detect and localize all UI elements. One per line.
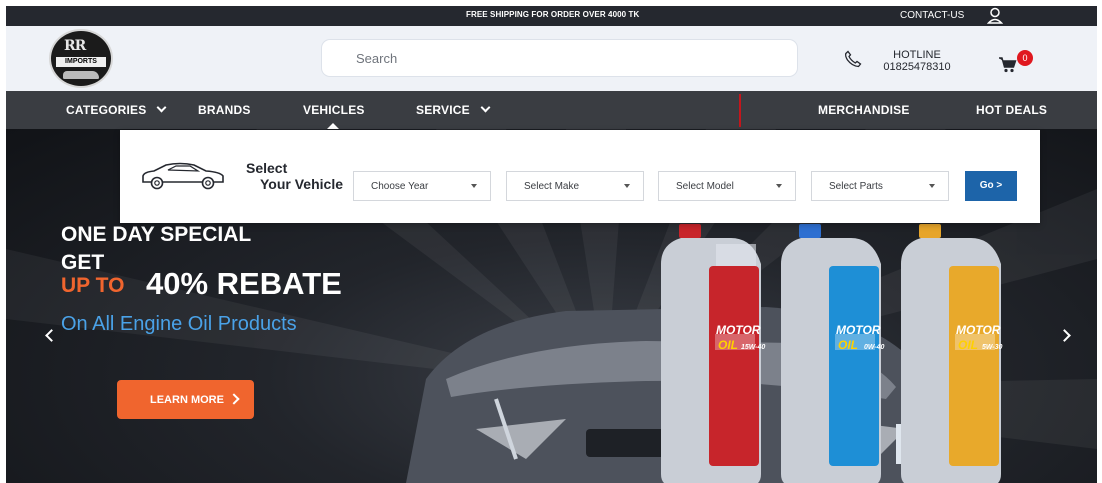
car-icon — [142, 162, 224, 190]
caret-down-icon — [624, 184, 630, 188]
model-dropdown[interactable]: Select Model — [658, 171, 796, 201]
cart-count-badge: 0 — [1017, 50, 1033, 66]
nav-item-label: CATEGORIES — [66, 103, 147, 117]
selector-title-line2: Your Vehicle — [260, 176, 343, 192]
nav-item-label: SERVICE — [416, 103, 470, 117]
main-nav: CATEGORIES BRANDS VEHICLES SERVICE MERCH… — [6, 91, 1097, 130]
hotline-label: HOTLINE — [893, 49, 941, 61]
dropdown-value: Select Model — [676, 181, 734, 192]
learn-more-button[interactable]: LEARN MORE — [117, 380, 254, 419]
bottle-label: MOTOR — [716, 323, 761, 337]
bottle-grade: 15W-40 — [741, 344, 765, 351]
bottle-label: MOTOR — [836, 323, 881, 337]
oil-bottle — [661, 224, 761, 483]
bottle-grade: 0W-40 — [864, 344, 884, 351]
nav-item-brands[interactable]: BRANDS — [198, 103, 251, 117]
make-dropdown[interactable]: Select Make — [506, 171, 644, 201]
chevron-down-icon — [480, 102, 491, 113]
nav-item-label: HOT DEALS — [976, 103, 1048, 117]
brand-logo[interactable]: RR IMPORTS — [49, 29, 113, 88]
top-bar: FREE SHIPPING FOR ORDER OVER 4000 TK CON… — [6, 6, 1097, 26]
nav-item-service[interactable]: SERVICE — [416, 102, 491, 117]
nav-item-label: BRANDS — [198, 103, 251, 117]
dropdown-value: Select Make — [524, 181, 580, 192]
logo-monogram: RR — [64, 38, 86, 54]
nav-item-label: VEHICLES — [303, 103, 365, 117]
hero-upto-text: UP TO — [61, 274, 125, 297]
nav-item-vehicles[interactable]: VEHICLES — [303, 103, 365, 117]
caret-down-icon — [929, 184, 935, 188]
dropdown-value: Choose Year — [371, 181, 429, 192]
logo-wordmark: IMPORTS — [56, 57, 106, 67]
chevron-down-icon — [157, 102, 167, 113]
page: FREE SHIPPING FOR ORDER OVER 4000 TK CON… — [6, 6, 1097, 483]
bottle-label: MOTOR — [956, 323, 1001, 337]
caret-down-icon — [471, 184, 477, 188]
nav-item-hot-deals[interactable]: HOT DEALS — [976, 103, 1047, 117]
search-placeholder: Search — [356, 51, 398, 66]
search-input[interactable]: Search — [322, 40, 797, 76]
selector-title-line1: Select — [246, 160, 288, 176]
nav-item-categories[interactable]: CATEGORIES — [66, 102, 167, 117]
contact-us-link[interactable]: CONTACT-US — [900, 10, 964, 21]
bottle-label: OIL — [958, 338, 978, 352]
nav-item-label: MERCHANDISE — [818, 103, 910, 117]
hero-headline: ONE DAY SPECIAL — [61, 223, 252, 246]
nav-item-merchandise[interactable]: MERCHANDISE — [818, 103, 910, 117]
oil-bottle — [781, 224, 881, 483]
hero-subline: On All Engine Oil Products — [61, 313, 297, 335]
oil-bottle — [901, 224, 1001, 483]
site-header: RR IMPORTS Search HOTLINE 01825478310 0 — [6, 26, 1097, 91]
learn-more-label: LEARN MORE — [150, 394, 224, 406]
cart-icon[interactable] — [998, 56, 1018, 74]
hotline-number[interactable]: 01825478310 — [877, 61, 957, 73]
hotline-info: HOTLINE 01825478310 — [877, 49, 957, 73]
caret-down-icon — [776, 184, 782, 188]
go-button[interactable]: Go > — [965, 171, 1017, 201]
bottle-grade: 5W-30 — [982, 344, 1002, 351]
bottle-label: OIL — [718, 338, 738, 352]
logo-car-shape — [63, 71, 99, 79]
chevron-right-icon — [228, 393, 240, 405]
nav-divider — [739, 94, 741, 127]
phone-icon[interactable] — [844, 50, 862, 68]
year-dropdown[interactable]: Choose Year — [353, 171, 491, 201]
dropdown-value: Select Parts — [829, 181, 883, 192]
user-icon[interactable] — [987, 7, 1003, 24]
hero-rebate-text: 40% REBATE — [146, 266, 342, 301]
hero-get-text: GET — [61, 251, 105, 274]
shipping-notice: FREE SHIPPING FOR ORDER OVER 4000 TK — [466, 10, 640, 19]
parts-dropdown[interactable]: Select Parts — [811, 171, 949, 201]
bottle-label: OIL — [838, 338, 858, 352]
vehicle-selector-panel: Select Your Vehicle Choose Year Select M… — [120, 130, 1040, 223]
